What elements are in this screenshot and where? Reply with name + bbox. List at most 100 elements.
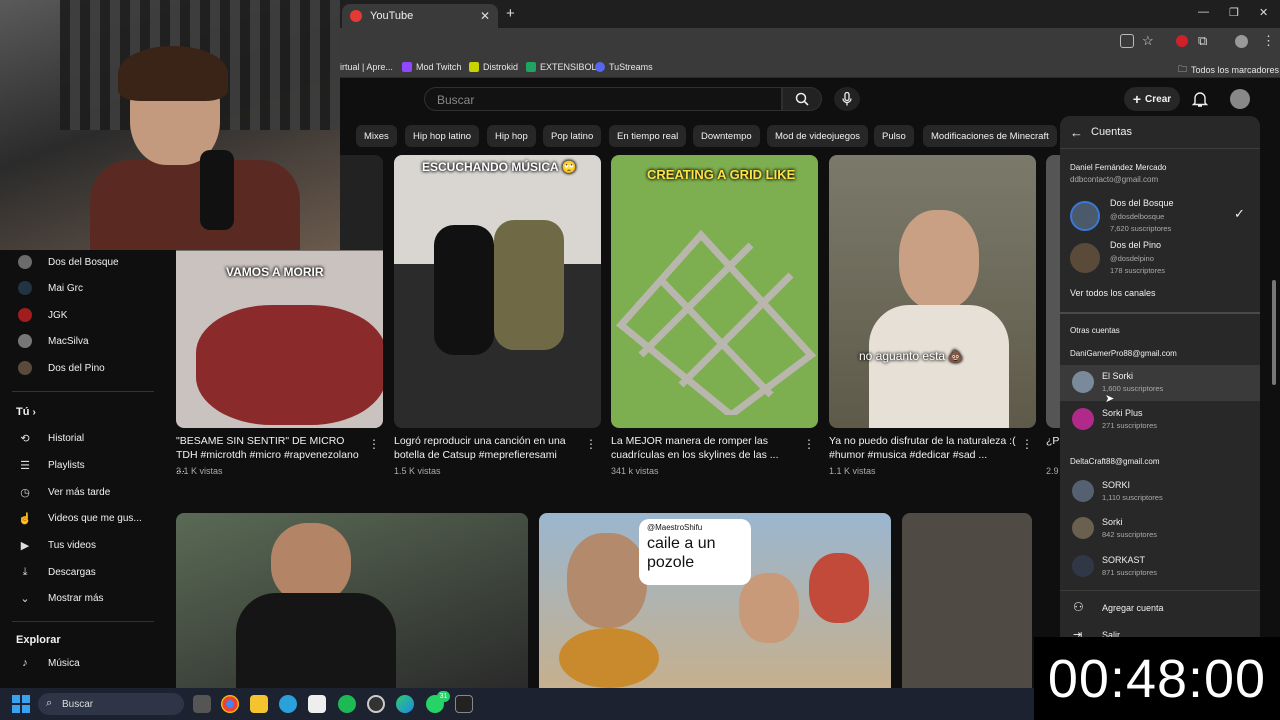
video-menu-icon[interactable]: ⋮ [585,437,597,451]
new-tab-button[interactable]: + [506,5,515,22]
sidebar-item-mai-grc[interactable]: Mai Grc [0,275,170,301]
capcut-icon[interactable] [308,695,326,713]
notifications-bell-icon[interactable] [1192,90,1208,108]
video-menu-icon[interactable]: ⋮ [803,437,815,451]
chip-en-tiempo-real[interactable]: En tiempo real [609,125,687,147]
video-thumbnail[interactable]: @MaestroShifu caile a un pozole [539,513,891,688]
minimize-icon[interactable]: — [1198,6,1209,18]
file-explorer-icon[interactable] [250,695,268,713]
edge-icon[interactable] [396,695,414,713]
sidebar-item-macsilva[interactable]: MacSilva [0,328,170,354]
distrokid-icon [469,62,479,72]
tustreams-icon [595,62,605,72]
sidebar-item-tus-videos[interactable]: ▶ Tus videos [0,532,170,558]
tab-youtube[interactable]: YouTube ✕ [342,4,498,28]
history-icon: ⟲ [20,432,30,445]
chip-mod-de-videojuegos[interactable]: Mod de videojuegos [767,125,869,147]
account-avatar [1072,517,1094,539]
sidebar-item-historial[interactable]: ⟲ Historial [0,425,170,451]
sidebar-item-liked-videos[interactable]: ☝ Videos que me gus... [0,505,170,531]
see-all-channels-link[interactable]: Ver todos los canales [1070,288,1156,298]
page-scrollbar[interactable] [1272,280,1276,385]
sidebar-item-dos-del-pino[interactable]: Dos del Pino [0,355,170,381]
bookmark-item[interactable]: EXTENSIBOL [526,62,597,72]
account-item-sorki[interactable]: Sorki 842 suscriptores [1060,513,1260,549]
sidebar-item-ver-mas-tarde[interactable]: ◷ Ver más tarde [0,479,170,505]
video-title[interactable]: Logró reproducir una canción en una bote… [394,434,586,462]
chip-pop-latino[interactable]: Pop latino [543,125,602,147]
account-item-dos-del-pino[interactable]: Dos del Pino @dosdelpino 178 suscriptore… [1060,238,1260,278]
video-title[interactable]: Ya no puedo disfrutar de la naturaleza :… [829,434,1021,462]
account-avatar[interactable] [1230,89,1250,109]
windows-start-icon[interactable] [12,695,30,713]
account-item-sorki-plus[interactable]: Sorki Plus 271 suscriptores [1060,403,1260,439]
maximize-icon[interactable]: ❐ [1229,6,1239,19]
sidebar-item-dos-del-bosque[interactable]: Dos del Bosque [0,249,170,275]
epic-games-icon[interactable] [455,695,473,713]
bookmark-item[interactable]: TuStreams [595,62,653,72]
cast-icon[interactable] [1120,34,1134,48]
account-avatar [1072,480,1094,502]
window-close-icon[interactable]: ✕ [1259,6,1268,19]
bookmark-item[interactable]: Distrokid [469,62,518,72]
chip-hip-hop[interactable]: Hip hop [487,125,536,147]
video-title[interactable]: ¿P al ... [1046,434,1060,448]
video-menu-icon[interactable]: ⋮ [368,437,380,451]
video-thumbnail[interactable] [902,513,1032,688]
extension-red-icon[interactable] [1176,35,1188,47]
add-account-button[interactable]: ⚇ Agregar cuenta [1060,598,1260,620]
microphone-icon [842,92,852,106]
chrome-icon[interactable] [221,695,239,713]
sidebar-you-heading[interactable]: Tú › [16,406,36,418]
video-thumbnail[interactable]: no aguanto esta 💩 [829,155,1036,428]
video-thumbnail[interactable] [176,513,528,688]
task-view-icon[interactable] [193,695,211,713]
panel-title: Cuentas [1091,126,1132,138]
search-input[interactable]: Buscar [424,87,782,111]
account-group-email: DeltaCraft88@gmail.com [1070,457,1160,466]
sidebar-item-descargas[interactable]: ⤓ Descargas [0,559,170,585]
video-thumbnail[interactable]: CREATING A GRID LIKE [611,155,818,428]
bookmark-item[interactable]: irtual | Apre... [340,62,393,72]
sidebar-item-mostrar-mas[interactable]: ⌄ Mostrar más [0,585,170,611]
obs-icon[interactable] [367,695,385,713]
profile-icon[interactable] [1235,35,1248,48]
create-button[interactable]: + Crear [1124,87,1180,111]
pozole-bowl [559,628,659,688]
bookmark-star-icon[interactable]: ☆ [1142,33,1154,49]
chip-downtempo[interactable]: Downtempo [693,125,760,147]
account-item-el-sorki[interactable]: El Sorki 1,600 suscriptores [1060,365,1260,401]
video-views: 1.1 K vistas [829,466,876,476]
shirt-shape [236,593,396,688]
video-thumbnail[interactable]: ESCUCHANDO MÚSICA 🙄 [394,155,601,428]
search-button[interactable] [782,87,822,111]
video-title[interactable]: La MEJOR manera de romper las cuadrícula… [611,434,803,462]
sidebar-divider [12,391,154,392]
chip-pulso[interactable]: Pulso [874,125,914,147]
voice-search-button[interactable] [834,87,860,111]
owner-name: Daniel Fernández Mercado [1070,163,1167,172]
account-item-dos-del-bosque[interactable]: Dos del Bosque @dosdelbosque 7,620 suscr… [1060,196,1260,236]
account-item-sorkast[interactable]: SORKAST 871 suscriptores [1060,551,1260,587]
chip-modificaciones-de-minecraft[interactable]: Modificaciones de Minecraft [923,125,1057,147]
taskbar-search-input[interactable]: ⌕ Buscar [38,693,184,715]
all-bookmarks[interactable]: 🗀 Todos los marcadores [1178,62,1279,78]
bookmark-item[interactable]: Mod Twitch [402,62,461,72]
sidebar-item-playlists[interactable]: ☰ Playlists [0,452,170,478]
video-menu-icon[interactable]: ⋮ [1021,437,1033,451]
sidebar-item-musica[interactable]: ♪ Música [0,650,170,676]
chip-mixes[interactable]: Mixes [356,125,397,147]
chip-hip-hop-latino[interactable]: Hip hop latino [405,125,480,147]
stream-timer: 00:48:00 [1034,637,1280,720]
tab-close-icon[interactable]: ✕ [480,9,490,23]
spotify-icon[interactable] [338,695,356,713]
account-item-sorki-caps[interactable]: SORKI 1,110 suscriptores [1060,476,1260,512]
face-shape [809,553,869,623]
extensions-icon[interactable]: ⧉ [1198,33,1207,49]
sidebar-item-jgk[interactable]: JGK [0,302,170,328]
back-arrow-icon[interactable]: ← [1070,125,1083,140]
telegram-icon[interactable] [279,695,297,713]
browser-menu-icon[interactable]: ⋮ [1262,33,1275,49]
chevron-right-icon: › [32,407,36,418]
account-avatar [1070,201,1100,231]
